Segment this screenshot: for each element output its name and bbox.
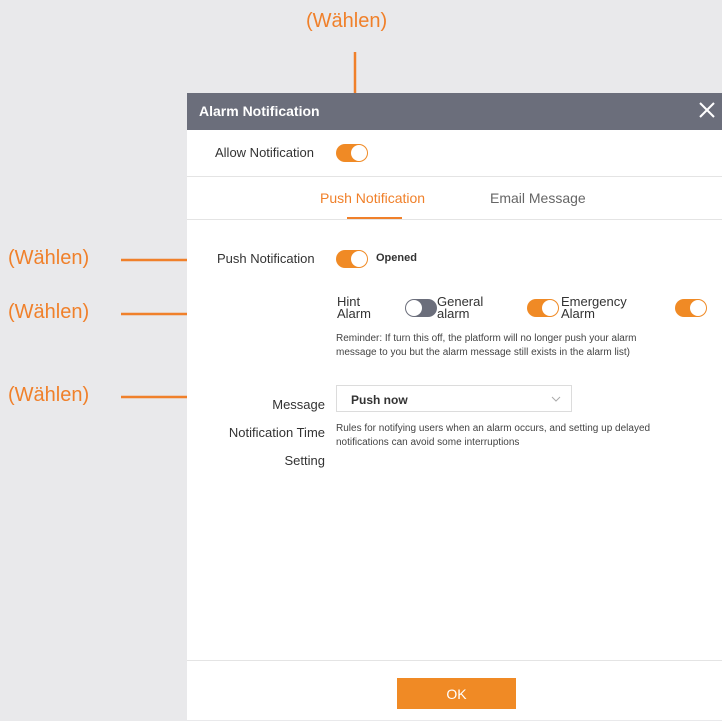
toggle-knob bbox=[690, 300, 706, 316]
push-status-text: Opened bbox=[376, 252, 417, 264]
active-tab-indicator bbox=[347, 217, 402, 219]
hint-alarm-toggle[interactable] bbox=[405, 299, 437, 317]
tab-push-notification[interactable]: Push Notification bbox=[320, 190, 425, 206]
tab-email-message[interactable]: Email Message bbox=[490, 190, 586, 206]
dialog-footer: OK bbox=[187, 660, 722, 721]
message-setting-label: Message Notification Time Setting bbox=[228, 397, 325, 468]
allow-notification-toggle[interactable] bbox=[336, 144, 368, 162]
push-notification-toggle[interactable] bbox=[336, 250, 368, 268]
toggle-knob bbox=[351, 251, 367, 267]
toggle-knob bbox=[406, 300, 422, 316]
toggle-knob bbox=[542, 300, 558, 316]
callout-top: (Wählen) bbox=[306, 10, 388, 32]
category-general-alarm-label: General alarm bbox=[437, 294, 484, 321]
allow-notification-row: Allow Notification bbox=[187, 130, 722, 177]
toggle-knob bbox=[351, 145, 367, 161]
chevron-down-icon bbox=[551, 396, 561, 402]
general-alarm-toggle[interactable] bbox=[527, 299, 559, 317]
message-time-value: Push now bbox=[351, 393, 408, 407]
dialog-title: Alarm Notification bbox=[199, 103, 320, 119]
category-emergency-alarm-label: Emergency Alarm bbox=[561, 294, 627, 321]
ok-button[interactable]: OK bbox=[397, 678, 516, 709]
callout-push: (Wählen) bbox=[8, 247, 90, 269]
message-time-select[interactable]: Push now bbox=[336, 385, 572, 412]
callout-message: (Wählen) bbox=[8, 384, 90, 406]
alarm-notification-dialog: Alarm Notification Allow Notification Pu… bbox=[187, 93, 722, 720]
emergency-alarm-toggle[interactable] bbox=[675, 299, 707, 317]
push-notification-label: Push Notification bbox=[217, 251, 315, 266]
allow-notification-label: Allow Notification bbox=[215, 145, 314, 160]
close-icon[interactable] bbox=[696, 99, 718, 121]
message-setting-help: Rules for notifying users when an alarm … bbox=[336, 423, 651, 448]
reminder-text: Reminder: If turn this off, the platform… bbox=[336, 333, 637, 358]
tab-bar: Push Notification Email Message bbox=[187, 177, 722, 220]
callout-categories: (Wählen) bbox=[8, 301, 90, 323]
dialog-titlebar: Alarm Notification bbox=[187, 93, 722, 130]
category-hint-alarm-label: Hint Alarm bbox=[337, 294, 371, 321]
